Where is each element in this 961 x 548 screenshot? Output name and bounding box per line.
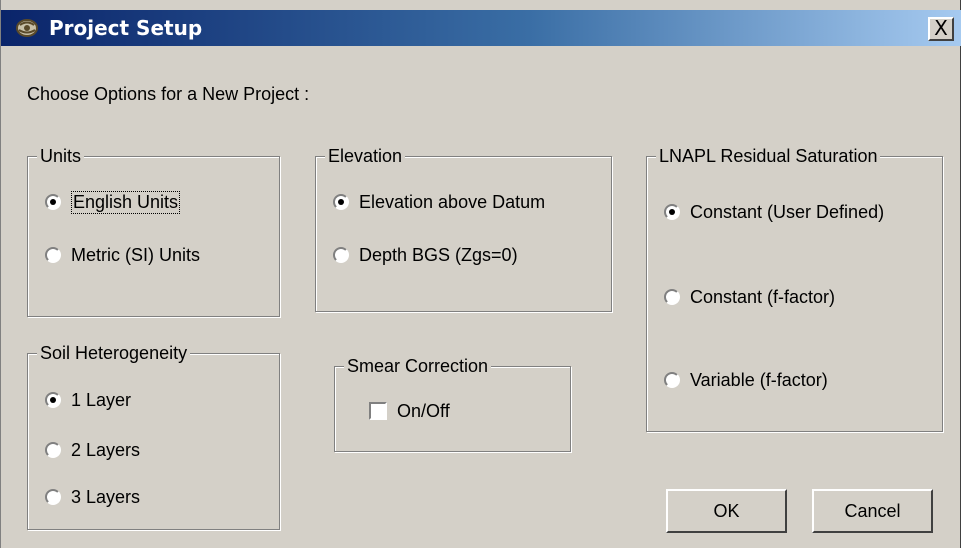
radio-label: Constant (f-factor) — [690, 286, 836, 307]
radio-button-checked[interactable] — [45, 194, 61, 210]
radio-button[interactable] — [664, 289, 680, 305]
radio-3-layers[interactable]: 3 Layers — [45, 484, 140, 510]
elevation-legend: Elevation — [325, 144, 406, 168]
radio-variable-f-factor[interactable]: Variable (f-factor) — [664, 367, 828, 393]
ok-button-label: OK — [713, 500, 740, 521]
soil-legend: Soil Heterogeneity — [37, 341, 191, 365]
radio-elevation-above-datum[interactable]: Elevation above Datum — [333, 189, 545, 215]
checkbox-label: On/Off — [397, 400, 450, 421]
units-legend: Units — [37, 144, 85, 168]
radio-english-units[interactable]: English Units — [45, 189, 181, 215]
radio-label: English Units — [71, 190, 181, 214]
units-group: Units English Units Metric (SI) Units — [27, 144, 280, 317]
cancel-button-label: Cancel — [844, 500, 901, 521]
soil-heterogeneity-group: Soil Heterogeneity 1 Layer 2 Layers 3 La… — [27, 341, 280, 530]
radio-button-checked[interactable] — [45, 392, 61, 408]
radio-button[interactable] — [333, 247, 349, 263]
radio-button[interactable] — [664, 372, 680, 388]
radio-depth-bgs[interactable]: Depth BGS (Zgs=0) — [333, 242, 518, 268]
radio-1-layer[interactable]: 1 Layer — [45, 387, 131, 413]
radio-label: Elevation above Datum — [359, 191, 546, 212]
close-button[interactable]: X — [928, 17, 954, 41]
radio-button[interactable] — [45, 489, 61, 505]
radio-constant-f-factor[interactable]: Constant (f-factor) — [664, 284, 835, 310]
elevation-group: Elevation Elevation above Datum Depth BG… — [315, 144, 612, 312]
radio-button-checked[interactable] — [333, 194, 349, 210]
radio-2-layers[interactable]: 2 Layers — [45, 437, 140, 463]
radio-label: 2 Layers — [71, 439, 141, 460]
radio-label: Constant (User Defined) — [690, 201, 885, 222]
close-icon: X — [934, 16, 948, 40]
radio-label: 1 Layer — [71, 389, 132, 410]
radio-label: Variable (f-factor) — [690, 369, 828, 390]
radio-label: Metric (SI) Units — [71, 244, 201, 265]
radio-button[interactable] — [45, 442, 61, 458]
smear-legend: Smear Correction — [344, 354, 492, 378]
dialog-instructions: Choose Options for a New Project : — [27, 84, 310, 104]
radio-constant-user-defined[interactable]: Constant (User Defined) — [664, 199, 884, 225]
smear-on-off-checkbox-row[interactable]: On/Off — [369, 398, 450, 424]
lnapl-residual-saturation-group: LNAPL Residual Saturation Constant (User… — [646, 144, 943, 432]
lnapl-legend: LNAPL Residual Saturation — [656, 144, 881, 168]
radio-label: 3 Layers — [71, 486, 141, 507]
radio-metric-units[interactable]: Metric (SI) Units — [45, 242, 200, 268]
window-title: Project Setup — [49, 16, 203, 40]
smear-on-off-checkbox[interactable] — [369, 402, 387, 420]
radio-button[interactable] — [45, 247, 61, 263]
project-setup-dialog: Project Setup X Choose Options for a New… — [0, 0, 961, 548]
ok-button[interactable]: OK — [666, 489, 787, 533]
smear-correction-group: Smear Correction On/Off — [334, 354, 571, 452]
radio-button-checked[interactable] — [664, 204, 680, 220]
app-gear-icon — [16, 19, 38, 37]
cancel-button[interactable]: Cancel — [812, 489, 933, 533]
title-bar[interactable]: Project Setup X — [1, 10, 961, 46]
radio-label: Depth BGS (Zgs=0) — [359, 244, 518, 265]
